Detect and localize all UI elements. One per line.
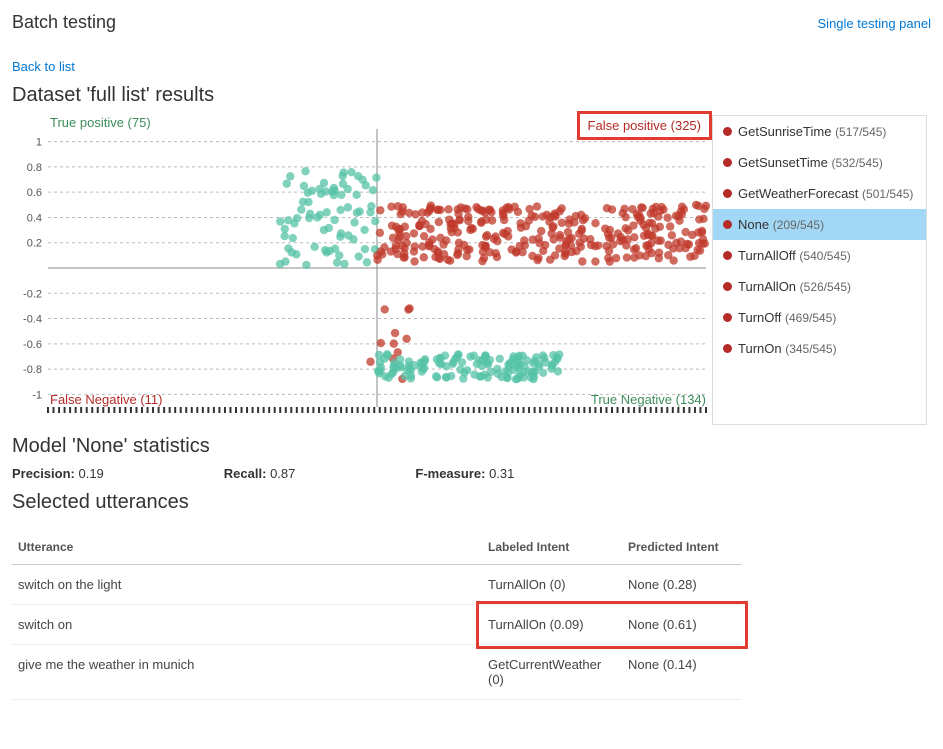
sidebar-item-none[interactable]: None (209/545) [713,209,926,240]
sidebar-item-label: TurnOff (469/545) [738,310,836,325]
sidebar-item-turnoff[interactable]: TurnOff (469/545) [713,302,926,333]
status-dot-icon [723,220,732,229]
svg-text:0.4: 0.4 [27,212,42,224]
table-row[interactable]: switch on the lightTurnAllOn (0)None (0.… [12,565,742,605]
col-utterance: Utterance [12,530,482,565]
svg-text:-0.8: -0.8 [23,364,42,376]
sidebar-item-turnon[interactable]: TurnOn (345/545) [713,333,926,364]
fmeasure-stat: F-measure: 0.31 [415,466,514,481]
svg-text:0.8: 0.8 [27,162,42,174]
precision-stat: Precision: 0.19 [12,466,104,481]
utterances-table: Utterance Labeled Intent Predicted Inten… [12,530,742,700]
intent-sidebar: GetSunriseTime (517/545) GetSunsetTime (5… [712,115,927,425]
status-dot-icon [723,344,732,353]
status-dot-icon [723,313,732,322]
utterance-cell: switch on [12,605,482,645]
fn-label: False Negative (11) [50,392,162,407]
utterance-cell: switch on the light [12,565,482,605]
status-dot-icon [723,189,732,198]
svg-text:-0.4: -0.4 [23,314,42,326]
sidebar-item-turnallon[interactable]: TurnAllOn (526/545) [713,271,926,302]
sidebar-item-turnalloff[interactable]: TurnAllOff (540/545) [713,240,926,271]
results-heading: Dataset 'full list' results [12,84,931,107]
labeled-cell: TurnAllOn (0) [482,565,622,605]
predicted-cell: None (0.61) [622,605,742,645]
svg-text:1: 1 [36,137,42,149]
sidebar-item-label: GetSunsetTime (532/545) [738,155,883,170]
confusion-scatter-chart[interactable]: -1 -0.8 -0.6 -0.4 -0.2 0.2 0.4 0.6 0.8 1 True pos… [12,115,712,425]
recall-stat: Recall: 0.87 [224,466,296,481]
svg-text:0.2: 0.2 [27,238,42,250]
single-testing-panel-link[interactable]: Single testing panel [818,16,931,31]
svg-text:-1: -1 [32,389,42,401]
table-row[interactable]: give me the weather in munichGetCurrentW… [12,645,742,700]
status-dot-icon [723,282,732,291]
sidebar-item-label: TurnOn (345/545) [738,341,837,356]
sidebar-item-label: TurnAllOn (526/545) [738,279,851,294]
tn-label: True Negative (134) [591,392,706,407]
svg-text:-0.2: -0.2 [23,288,42,300]
sidebar-item-label: None (209/545) [738,217,824,232]
labeled-cell: TurnAllOn (0.09) [482,605,622,645]
back-to-list-link[interactable]: Back to list [12,59,75,74]
tp-label: True positive (75) [50,115,151,130]
sidebar-item-label: GetWeatherForecast (501/545) [738,186,913,201]
stats-heading: Model 'None' statistics [12,435,931,458]
sidebar-item-label: GetSunriseTime (517/545) [738,124,886,139]
sidebar-item-getsunrisetime[interactable]: GetSunriseTime (517/545) [713,116,926,147]
labeled-cell: GetCurrentWeather (0) [482,645,622,700]
predicted-cell: None (0.28) [622,565,742,605]
svg-text:-0.6: -0.6 [23,339,42,351]
sidebar-item-getweatherforecast[interactable]: GetWeatherForecast (501/545) [713,178,926,209]
status-dot-icon [723,251,732,260]
status-dot-icon [723,127,732,136]
utterance-cell: give me the weather in munich [12,645,482,700]
predicted-cell: None (0.14) [622,645,742,700]
page-title: Batch testing [12,12,116,33]
table-row[interactable]: switch onTurnAllOn (0.09)None (0.61) [12,605,742,645]
status-dot-icon [723,158,732,167]
utterances-heading: Selected utterances [12,491,931,514]
sidebar-item-getsunsettime[interactable]: GetSunsetTime (532/545) [713,147,926,178]
col-labeled: Labeled Intent [482,530,622,565]
col-predicted: Predicted Intent [622,530,742,565]
svg-text:0.6: 0.6 [27,187,42,199]
sidebar-item-label: TurnAllOff (540/545) [738,248,851,263]
